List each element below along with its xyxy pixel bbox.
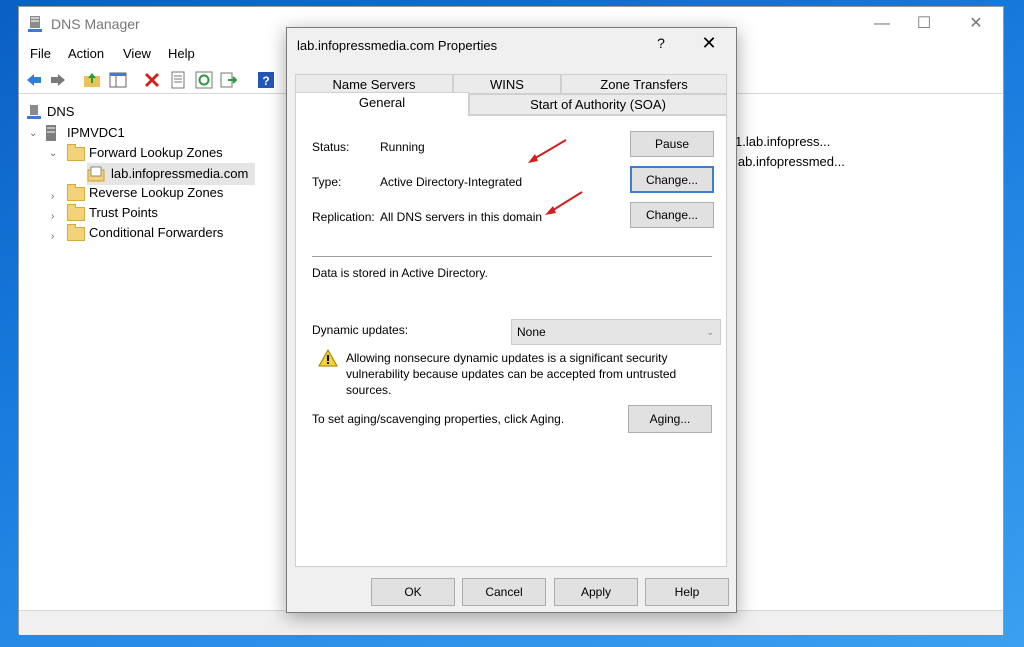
folder-icon	[67, 144, 85, 161]
warning-text-line: vulnerability because updates can be acc…	[346, 367, 677, 381]
dynamic-updates-select[interactable]: None ⌄	[511, 319, 721, 345]
properties-icon[interactable]	[169, 71, 187, 89]
record-name[interactable]: lab.infopressmed...	[735, 154, 845, 169]
tab-general[interactable]: General	[295, 92, 469, 116]
status-value: Running	[380, 140, 425, 154]
chevron-down-icon[interactable]: ⌄	[29, 128, 39, 139]
replication-label: Replication:	[312, 210, 375, 224]
aging-button[interactable]: Aging...	[628, 405, 712, 433]
change-replication-button[interactable]: Change...	[630, 202, 714, 228]
tab-name-servers[interactable]: Name Servers	[295, 74, 453, 94]
change-type-button[interactable]: Change...	[630, 166, 714, 193]
type-value: Active Directory-Integrated	[380, 175, 523, 189]
status-bar	[19, 610, 1003, 635]
chevron-right-icon[interactable]: ›	[51, 211, 61, 222]
zone-label: lab.infopressmedia.com	[111, 166, 249, 181]
aging-text: To set aging/scavenging properties, clic…	[312, 412, 565, 426]
annotation-arrow-icon	[545, 191, 583, 215]
close-button[interactable]: ✕	[953, 11, 999, 37]
chevron-down-icon: ⌄	[706, 327, 714, 337]
folder-icon	[67, 204, 85, 221]
menu-file[interactable]: File	[30, 46, 51, 61]
show-hide-tree-icon[interactable]	[109, 71, 127, 89]
cancel-button[interactable]: Cancel	[462, 578, 546, 606]
up-folder-icon[interactable]	[83, 71, 101, 89]
folder-icon	[67, 224, 85, 241]
export-list-icon[interactable]	[219, 71, 237, 89]
minimize-button[interactable]: —	[859, 11, 905, 37]
warning-text-line: Allowing nonsecure dynamic updates is a …	[346, 351, 668, 365]
chevron-right-icon[interactable]: ›	[51, 191, 61, 202]
console-tree: DNS ⌄ IPMVDC1 ⌄ Forward Lookup Zones lab…	[19, 99, 288, 607]
apply-button[interactable]: Apply	[554, 578, 638, 606]
server-icon	[46, 125, 56, 141]
tree-item-reverse-lookup-zones[interactable]: Reverse Lookup Zones	[89, 183, 223, 203]
tree-item-conditional-forwarders[interactable]: Conditional Forwarders	[89, 223, 223, 243]
help-button[interactable]: Help	[645, 578, 729, 606]
tree-item-trust-points[interactable]: Trust Points	[89, 203, 158, 223]
type-label: Type:	[312, 175, 342, 189]
dialog-title: lab.infopressmedia.com Properties	[297, 38, 498, 53]
tab-zone-transfers[interactable]: Zone Transfers	[561, 74, 727, 94]
help-icon[interactable]: ?	[257, 71, 275, 89]
menu-action[interactable]: Action	[68, 46, 104, 61]
storage-note: Data is stored in Active Directory.	[312, 266, 488, 280]
status-label: Status:	[312, 140, 350, 154]
record-name[interactable]: 1.lab.infopress...	[735, 134, 830, 149]
annotation-arrow-icon	[528, 139, 567, 163]
dns-server-icon	[28, 16, 42, 32]
tab-wins[interactable]: WINS	[453, 74, 561, 94]
tree-item-forward-lookup-zones[interactable]: Forward Lookup Zones	[89, 143, 223, 163]
pause-button[interactable]: Pause	[630, 131, 714, 157]
menu-view[interactable]: View	[123, 46, 151, 61]
ok-button[interactable]: OK	[371, 578, 455, 606]
tree-item-dns[interactable]: DNS	[47, 102, 74, 122]
app-title: DNS Manager	[51, 16, 140, 32]
chevron-right-icon[interactable]: ›	[51, 231, 61, 242]
back-arrow-icon[interactable]	[25, 71, 43, 89]
menu-help[interactable]: Help	[168, 46, 195, 61]
maximize-button[interactable]: ☐	[901, 11, 947, 37]
svg-text:?: ?	[262, 74, 269, 88]
dynamic-updates-value: None	[517, 325, 546, 339]
dialog-close-button[interactable]: ✕	[699, 33, 719, 54]
warning-text-line: sources.	[346, 383, 392, 397]
chevron-down-icon[interactable]: ⌄	[49, 148, 59, 159]
dialog-help-button[interactable]: ?	[651, 35, 671, 51]
zone-icon	[87, 166, 105, 182]
zone-properties-dialog: lab.infopressmedia.com Properties ? ✕ Na…	[286, 27, 737, 613]
tree-item-zone-selected[interactable]: lab.infopressmedia.com	[87, 163, 255, 185]
tab-soa[interactable]: Start of Authority (SOA)	[469, 94, 727, 115]
general-tab-panel: Status: Running Pause Type: Active Direc…	[295, 115, 727, 567]
replication-value: All DNS servers in this domain	[380, 210, 543, 224]
refresh-icon[interactable]	[195, 71, 213, 89]
dns-icon	[27, 105, 41, 119]
delete-icon[interactable]	[143, 71, 161, 89]
folder-icon	[67, 184, 85, 201]
forward-arrow-icon[interactable]	[49, 71, 67, 89]
dynamic-updates-label: Dynamic updates:	[312, 323, 409, 337]
warning-icon	[318, 349, 338, 367]
tree-item-server[interactable]: IPMVDC1	[67, 123, 125, 143]
divider	[312, 256, 712, 257]
